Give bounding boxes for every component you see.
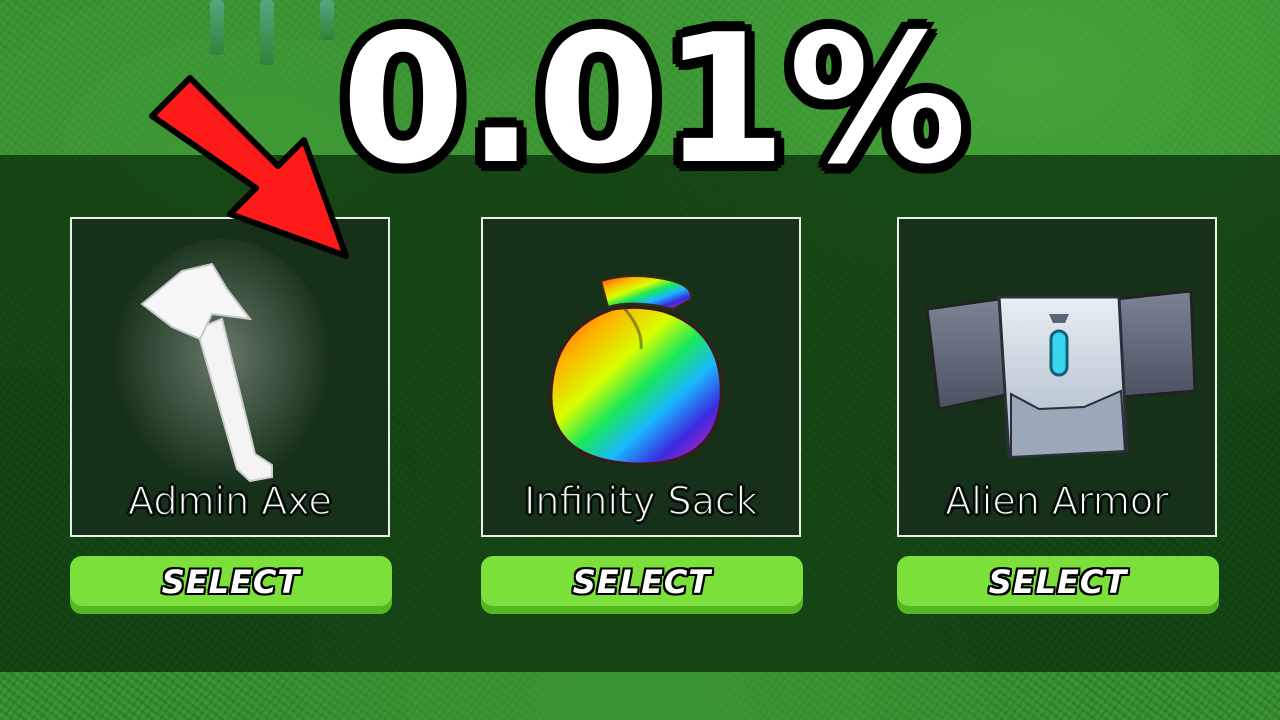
- item-card-alien-armor[interactable]: Alien Armor: [897, 217, 1217, 537]
- select-label: SELECT: [161, 563, 301, 601]
- headline-percent: 0.01%: [341, 0, 969, 203]
- select-button-alien-armor[interactable]: SELECT: [897, 556, 1219, 614]
- item-name: Admin Axe: [127, 478, 332, 524]
- select-button-infinity-sack[interactable]: SELECT: [481, 556, 803, 614]
- select-label: SELECT: [988, 563, 1128, 601]
- select-label: SELECT: [572, 563, 712, 601]
- item-name: Alien Armor: [945, 478, 1170, 524]
- item-name: Infinity Sack: [523, 478, 758, 524]
- item-card-infinity-sack[interactable]: Infinity Sack: [481, 217, 801, 537]
- select-button-admin-axe[interactable]: SELECT: [70, 556, 392, 614]
